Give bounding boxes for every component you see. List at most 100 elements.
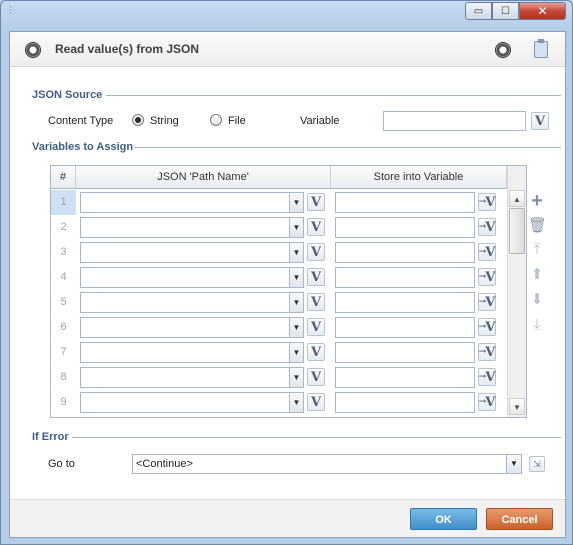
cancel-button[interactable]: Cancel	[486, 508, 553, 530]
path-combo[interactable]: ▼	[80, 242, 304, 263]
chevron-down-icon[interactable]: ▼	[289, 268, 303, 287]
move-up-icon[interactable]: ⬆	[528, 266, 546, 284]
table-row[interactable]: 6 ▼ V → V	[51, 315, 507, 340]
app-icon: ⫶	[9, 5, 12, 17]
store-variable-button[interactable]: → V	[478, 393, 496, 411]
row-number: 8	[60, 371, 67, 383]
store-variable-button[interactable]: → V	[478, 268, 496, 286]
clipboard-icon[interactable]	[534, 39, 548, 58]
goto-value: <Continue>	[136, 458, 193, 470]
scroll-up-icon[interactable]: ▲	[509, 190, 525, 207]
minimize-button[interactable]: ▭	[465, 2, 492, 20]
path-combo[interactable]: ▼	[80, 392, 304, 413]
record-icon[interactable]	[495, 42, 511, 58]
ok-button[interactable]: OK	[410, 508, 477, 530]
store-variable-input[interactable]	[335, 317, 475, 338]
goto-jump-icon[interactable]: ⇲	[529, 456, 545, 472]
path-combo[interactable]: ▼	[80, 292, 304, 313]
path-variable-button[interactable]: V	[307, 218, 325, 236]
store-variable-input[interactable]	[335, 267, 475, 288]
path-variable-button[interactable]: V	[307, 318, 325, 336]
path-variable-button[interactable]: V	[307, 268, 325, 286]
path-variable-button[interactable]: V	[307, 343, 325, 361]
store-variable-button[interactable]: → V	[478, 218, 496, 236]
ring-icon	[25, 42, 41, 58]
table-row[interactable]: 3 ▼ V → V	[51, 240, 507, 265]
close-button[interactable]: ✕	[519, 2, 566, 20]
chevron-down-icon[interactable]: ▼	[289, 243, 303, 262]
path-combo[interactable]: ▼	[80, 192, 304, 213]
path-combo[interactable]: ▼	[80, 317, 304, 338]
row-number: 6	[60, 321, 67, 333]
table-row[interactable]: 9 ▼ V → V	[51, 390, 507, 415]
path-combo[interactable]: ▼	[80, 217, 304, 238]
grid-scrollbar[interactable]: ▲ ▼	[507, 166, 526, 417]
store-variable-button[interactable]: → V	[478, 343, 496, 361]
table-row[interactable]: 7 ▼ V → V	[51, 340, 507, 365]
section-divider	[72, 437, 561, 438]
store-variable-input[interactable]	[335, 367, 475, 388]
chevron-down-icon[interactable]: ▼	[289, 393, 303, 412]
row-number: 3	[60, 246, 67, 258]
variable-input[interactable]	[383, 111, 526, 131]
if-error-section-label: If Error	[32, 431, 69, 443]
table-row[interactable]: 8 ▼ V → V	[51, 365, 507, 390]
row-number: 2	[60, 221, 67, 233]
chevron-down-icon[interactable]: ▼	[289, 368, 303, 387]
v-icon: V	[310, 344, 322, 360]
goto-select[interactable]: <Continue> ▼	[132, 454, 522, 474]
v-icon: V	[310, 319, 322, 335]
path-combo[interactable]: ▼	[80, 342, 304, 363]
chevron-down-icon[interactable]: ▼	[289, 193, 303, 212]
section-divider	[106, 95, 561, 96]
move-down-icon[interactable]: ⬇	[528, 291, 546, 309]
add-icon[interactable]: +	[528, 191, 546, 211]
row-number: 9	[60, 396, 67, 408]
dialog-title: Read value(s) from JSON	[55, 42, 200, 56]
store-variable-button[interactable]: → V	[478, 293, 496, 311]
table-row[interactable]: 5 ▼ V → V	[51, 290, 507, 315]
table-row[interactable]: 4 ▼ V → V	[51, 265, 507, 290]
move-bottom-icon[interactable]: ⤓	[528, 316, 546, 334]
variables-section-label: Variables to Assign	[32, 141, 134, 153]
radio-string[interactable]	[132, 114, 144, 126]
store-variable-button[interactable]: → V	[478, 318, 496, 336]
chevron-down-icon[interactable]: ▼	[289, 318, 303, 337]
chevron-down-icon[interactable]: ▼	[289, 218, 303, 237]
store-variable-input[interactable]	[335, 392, 475, 413]
path-combo[interactable]: ▼	[80, 367, 304, 388]
store-variable-input[interactable]	[335, 217, 475, 238]
scroll-down-icon[interactable]: ▼	[509, 398, 525, 415]
chevron-down-icon[interactable]: ▼	[289, 293, 303, 312]
chevron-down-icon[interactable]: ▼	[506, 455, 521, 473]
row-number: 4	[60, 271, 67, 283]
delete-icon[interactable]: 🗑	[528, 217, 547, 235]
path-combo[interactable]: ▼	[80, 267, 304, 288]
path-variable-button[interactable]: V	[307, 293, 325, 311]
store-variable-button[interactable]: → V	[478, 243, 496, 261]
v-icon: V	[485, 394, 496, 410]
chevron-down-icon[interactable]: ▼	[289, 343, 303, 362]
radio-file-label[interactable]: File	[228, 115, 246, 127]
v-icon: V	[485, 319, 496, 335]
maximize-button[interactable]: ☐	[492, 2, 519, 20]
v-icon: V	[485, 219, 496, 235]
path-variable-button[interactable]: V	[307, 393, 325, 411]
scroll-thumb[interactable]	[509, 208, 525, 254]
store-variable-input[interactable]	[335, 192, 475, 213]
store-variable-input[interactable]	[335, 292, 475, 313]
path-variable-button[interactable]: V	[307, 193, 325, 211]
store-variable-input[interactable]	[335, 242, 475, 263]
store-variable-button[interactable]: → V	[478, 368, 496, 386]
radio-file[interactable]	[210, 114, 222, 126]
table-row[interactable]: 1 ▼ V → V	[51, 190, 507, 215]
store-variable-button[interactable]: → V	[478, 193, 496, 211]
path-variable-button[interactable]: V	[307, 368, 325, 386]
move-top-icon[interactable]: ⤒	[528, 241, 546, 259]
table-row[interactable]: 2 ▼ V → V	[51, 215, 507, 240]
radio-string-label[interactable]: String	[150, 115, 179, 127]
store-variable-input[interactable]	[335, 342, 475, 363]
path-variable-button[interactable]: V	[307, 243, 325, 261]
variable-picker-button[interactable]: V	[531, 112, 549, 130]
column-header-path: JSON 'Path Name'	[76, 166, 331, 189]
